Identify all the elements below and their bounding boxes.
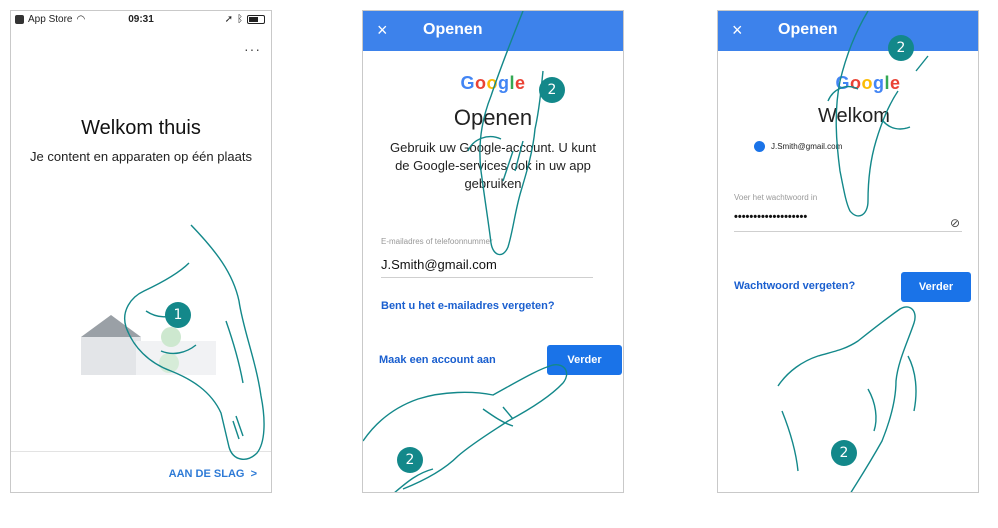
screen-sign-in-email: × Openen Google Openen Gebruik uw Google…: [362, 10, 624, 493]
page-description: Gebruik uw Google-account. U kunt de Goo…: [390, 140, 596, 191]
app-bar: × Openen: [363, 11, 623, 51]
battery-icon: [247, 15, 265, 24]
get-started-label: AAN DE SLAG: [168, 468, 245, 480]
step-badge-2-top: 2: [539, 77, 565, 103]
forgot-password-link[interactable]: Wachtwoord vergeten?: [734, 280, 855, 292]
forgot-email-link[interactable]: Bent u het e-mailadres vergeten?: [381, 300, 555, 312]
bluetooth-icon: ᛒ: [237, 14, 243, 25]
google-logo: Google: [460, 73, 526, 93]
pointing-hand-illustration: [124, 224, 265, 460]
screen-sign-in-password: × Openen Google Welkom J.Smith@gmail.com…: [717, 10, 979, 493]
email-field-label: E-mailadres of telefoonnummer: [381, 237, 493, 246]
next-button[interactable]: Verder: [547, 345, 622, 375]
location-icon: ➚: [224, 14, 233, 25]
chevron-right-icon: >: [247, 468, 257, 480]
email-field[interactable]: J.Smith@gmail.com: [381, 257, 593, 278]
get-started-button[interactable]: AAN DE SLAG >: [169, 468, 257, 480]
password-field-label: Voer het wachtwoord in: [734, 193, 818, 202]
eye-off-icon[interactable]: ⊘: [950, 216, 960, 230]
account-icon: [754, 141, 765, 152]
welcome-title: Welkom thuis: [81, 117, 201, 139]
step-badge-1: 1: [165, 302, 191, 328]
step-badge-2-top: 2: [888, 35, 914, 61]
account-email: J.Smith@gmail.com: [771, 142, 843, 151]
home-illustration: [81, 315, 216, 375]
step-badge-2-bottom: 2: [397, 447, 423, 473]
app-bar-title: Openen: [778, 21, 838, 38]
welcome-subtitle: Je content en apparaten op één plaats: [30, 149, 252, 164]
screen-welcome: App Store ◠ 09:31 ➚ ᛒ ··· Welkom thuis J…: [10, 10, 272, 493]
next-button[interactable]: Verder: [901, 272, 971, 302]
status-bar: App Store ◠ 09:31 ➚ ᛒ: [11, 11, 271, 29]
page-heading: Welkom: [818, 105, 890, 127]
app-bar: × Openen: [718, 11, 978, 51]
close-icon[interactable]: ×: [377, 20, 388, 41]
app-bar-title: Openen: [423, 21, 483, 38]
google-logo: Google: [835, 73, 901, 93]
close-icon[interactable]: ×: [732, 20, 743, 41]
more-options-icon[interactable]: ···: [244, 41, 261, 57]
page-heading: Openen: [453, 105, 533, 130]
create-account-link[interactable]: Maak een account aan: [379, 354, 496, 366]
bottom-bar: AAN DE SLAG >: [11, 451, 271, 492]
account-chip[interactable]: J.Smith@gmail.com: [754, 141, 842, 152]
password-field[interactable]: •••••••••••••••••••: [734, 211, 962, 232]
step-badge-2-bottom: 2: [831, 440, 857, 466]
